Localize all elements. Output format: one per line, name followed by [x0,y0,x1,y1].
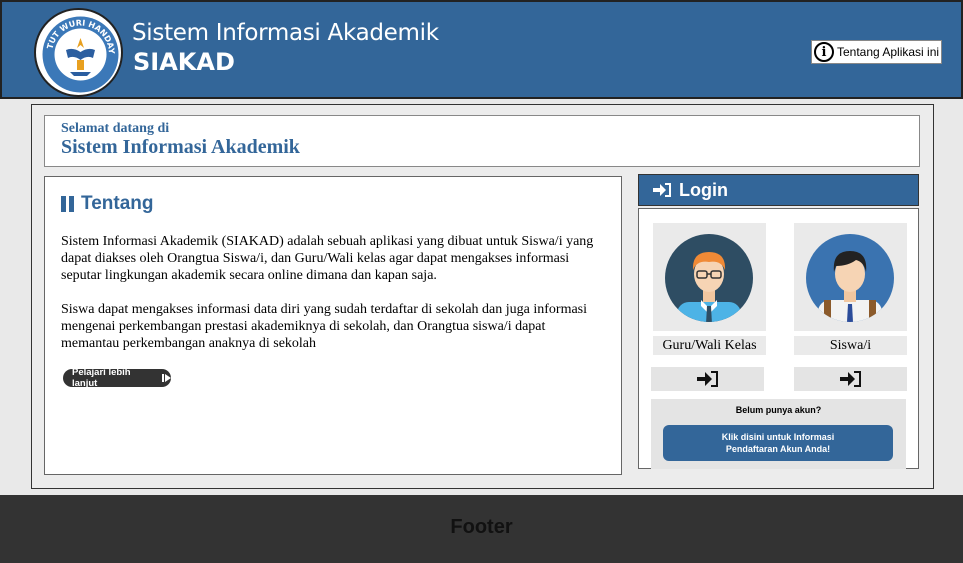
about-panel: Tentang Sistem Informasi Akademik (SIAKA… [44,176,622,475]
teacher-avatar-icon [665,234,753,322]
learn-more-button[interactable]: Pelajari lebih lanjut [63,367,171,389]
teacher-role-label: Guru/Wali Kelas [653,336,766,355]
register-line-1: Klik disini untuk Informasi [721,432,835,442]
student-login-button[interactable] [794,367,907,391]
student-role-label: Siswa/i [794,336,907,355]
teacher-login-button[interactable] [651,367,764,391]
welcome-title: Sistem Informasi Akademik [61,136,300,158]
teacher-avatar-card[interactable] [653,223,766,331]
about-app-label: Tentang Aplikasi ini [837,45,940,59]
register-question: Belum punya akun? [735,405,822,415]
bars-icon [61,196,74,212]
welcome-subtitle: Selamat datang di [61,121,170,136]
about-paragraph-2: Siswa dapat mengakses informasi data dir… [61,302,588,351]
about-paragraph-1: Sistem Informasi Akademik (SIAKAD) adala… [61,234,594,283]
app-title: Sistem Informasi Akademik [132,20,439,46]
sign-in-icon [696,371,718,387]
student-avatar-icon [806,234,894,322]
register-line-2: Pendaftaran Akun Anda! [725,444,831,454]
about-heading: Tentang [61,193,153,215]
register-info-button[interactable]: Klik disini untuk Informasi Pendaftaran … [663,425,893,461]
about-description: Sistem Informasi Akademik (SIAKAD) adala… [61,233,606,352]
welcome-banner: Selamat datang di Sistem Informasi Akade… [44,115,920,167]
play-icon [162,374,171,382]
sign-in-icon [653,183,671,197]
sign-in-icon [839,371,861,387]
login-panel: Guru/Wali Kelas Siswa/i Belum punya akun… [638,208,919,469]
register-box: Belum punya akun? Klik disini untuk Info… [651,399,906,469]
login-header: Login [638,174,919,206]
info-icon: i [814,42,834,62]
tut-wuri-handayani-logo: TUT WURI HANDAYANI [34,8,123,97]
student-avatar-card[interactable] [794,223,907,331]
about-heading-label: Tentang [81,193,154,214]
login-heading-label: Login [679,179,728,200]
main-container: Selamat datang di Sistem Informasi Akade… [31,104,934,489]
app-short-name: SIAKAD [133,48,235,76]
about-app-button[interactable]: i Tentang Aplikasi ini [811,40,942,64]
learn-more-label: Pelajari lebih lanjut [72,367,131,389]
footer: Footer [0,495,963,563]
app-header: TUT WURI HANDAYANI Sistem Informasi Akad… [0,0,963,99]
footer-label: Footer [450,516,513,538]
